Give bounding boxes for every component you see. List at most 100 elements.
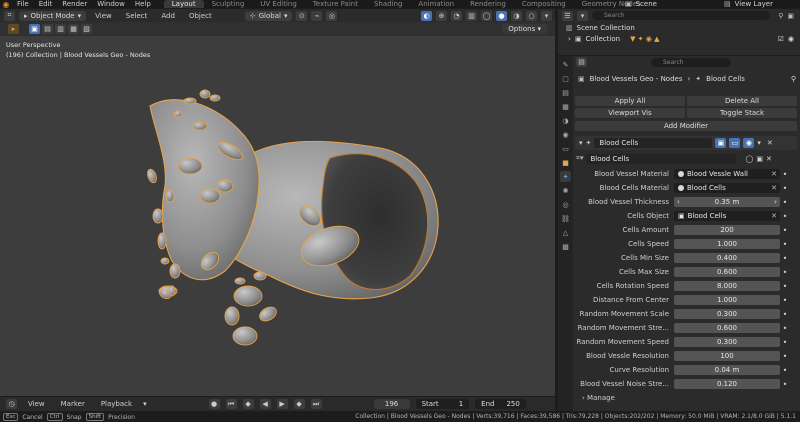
options-dropdown[interactable]: Options ▾ xyxy=(502,24,547,34)
number-field[interactable]: 0.600 xyxy=(674,323,780,333)
material-field[interactable]: Blood Vessle Wall ✕ xyxy=(674,169,780,179)
orientation-dropdown[interactable]: ⊹ Global ▾ xyxy=(244,10,293,21)
modifier-tab-icon[interactable]: ✦ xyxy=(560,171,571,182)
tool-tab-icon[interactable]: ✎ xyxy=(560,59,571,70)
object-field[interactable]: ▣ Blood Cells ✕ xyxy=(674,211,780,221)
close-icon[interactable]: ✕ xyxy=(766,155,772,163)
scene-name[interactable]: Scene xyxy=(636,0,657,8)
3d-viewport[interactable]: Options ▾ User Perspective (196) Collect… xyxy=(0,24,555,396)
viewport-menu-select[interactable]: Select xyxy=(121,12,153,20)
select-extend-icon[interactable]: ▤ xyxy=(42,24,53,34)
select-intersect-icon[interactable]: ▧ xyxy=(81,24,92,34)
shading-wire-icon[interactable]: ◯ xyxy=(481,10,492,21)
editor-type-icon[interactable]: ⌗ xyxy=(4,10,15,21)
outliner-filter-icon[interactable]: ▾ xyxy=(577,10,588,21)
close-icon[interactable]: ✕ xyxy=(767,139,773,147)
tab-texture-paint[interactable]: Texture Paint xyxy=(305,0,366,8)
animate-property-icon[interactable]: • xyxy=(780,366,790,375)
select-subtract-icon[interactable]: ▥ xyxy=(55,24,66,34)
animate-property-icon[interactable]: • xyxy=(780,352,790,361)
tab-layout[interactable]: Layout xyxy=(163,0,204,8)
snap-icon[interactable]: ⌁ xyxy=(311,10,323,21)
timeline-menu-view[interactable]: View xyxy=(23,400,50,408)
pin-icon[interactable]: ⚲ xyxy=(791,75,796,83)
select-invert-icon[interactable]: ▦ xyxy=(68,24,79,34)
proportional-edit-icon[interactable]: ◎ xyxy=(326,10,338,21)
number-field[interactable]: 0.300 xyxy=(674,337,780,347)
jump-end-icon[interactable]: ⏭ xyxy=(310,399,322,409)
delete-all-button[interactable]: Delete All xyxy=(687,96,797,106)
number-field[interactable]: 200 xyxy=(674,225,780,235)
tab-rendering[interactable]: Rendering xyxy=(462,0,514,8)
viewport-menu-object[interactable]: Object xyxy=(184,12,217,20)
play-icon[interactable]: ▶ xyxy=(276,399,288,409)
world-tab-icon[interactable]: ◉ xyxy=(560,129,571,140)
view-layer-tab-icon[interactable]: ▦ xyxy=(560,101,571,112)
animate-property-icon[interactable]: • xyxy=(780,212,790,221)
animate-property-icon[interactable]: • xyxy=(780,338,790,347)
menu-window[interactable]: Window xyxy=(92,0,130,8)
object-tab-icon[interactable]: ■ xyxy=(560,157,571,168)
number-field[interactable]: 1.000 xyxy=(674,295,780,305)
constraints-tab-icon[interactable]: ⛓ xyxy=(560,213,571,224)
animate-property-icon[interactable]: • xyxy=(780,198,790,207)
animate-property-icon[interactable]: • xyxy=(780,226,790,235)
visibility-icon[interactable]: ◐ xyxy=(421,10,432,21)
end-frame-field[interactable]: End 250 xyxy=(475,399,526,409)
current-frame-field[interactable]: 196 xyxy=(373,399,410,409)
collection-tab-icon[interactable]: ▭ xyxy=(560,143,571,154)
animate-property-icon[interactable]: • xyxy=(780,254,790,263)
animate-property-icon[interactable]: • xyxy=(780,170,790,179)
expand-icon[interactable]: › xyxy=(568,35,571,43)
animate-property-icon[interactable]: • xyxy=(780,324,790,333)
outliner-editor-icon[interactable]: ☰ xyxy=(562,10,573,21)
animate-property-icon[interactable]: • xyxy=(780,268,790,277)
decrement-icon[interactable]: ‹ xyxy=(677,197,680,207)
increment-icon[interactable]: › xyxy=(774,197,777,207)
outliner-search-input[interactable]: Search xyxy=(592,11,771,20)
physics-tab-icon[interactable]: ◎ xyxy=(560,199,571,210)
animate-property-icon[interactable]: • xyxy=(780,282,790,291)
filter-icon[interactable]: ⚲ xyxy=(778,12,783,20)
shading-options-icon[interactable]: ▾ xyxy=(541,10,552,21)
menu-help[interactable]: Help xyxy=(130,0,156,8)
select-new-icon[interactable]: ▣ xyxy=(29,24,40,34)
timeline-menu-marker[interactable]: Marker xyxy=(56,400,90,408)
viewport-toggle-icon[interactable]: ▭ xyxy=(729,138,741,148)
shading-material-icon[interactable]: ◑ xyxy=(511,10,522,21)
texture-tab-icon[interactable]: ▩ xyxy=(560,241,571,252)
start-frame-field[interactable]: Start 1 xyxy=(415,399,470,409)
animate-property-icon[interactable]: • xyxy=(780,296,790,305)
pivot-icon[interactable]: ⊙ xyxy=(296,10,308,21)
add-modifier-button[interactable]: Add Modifier xyxy=(575,121,797,131)
viewport-menu-view[interactable]: View xyxy=(90,12,117,20)
scene-tab-icon[interactable]: ◑ xyxy=(560,115,571,126)
checkbox-icon[interactable]: ☑ xyxy=(778,35,784,43)
properties-editor-icon[interactable]: ▤ xyxy=(576,57,587,67)
eye-icon[interactable]: ◉ xyxy=(788,35,794,43)
gizmo-icon[interactable]: ⊕ xyxy=(436,10,447,21)
toggle-stack-button[interactable]: Toggle Stack xyxy=(687,108,797,118)
manage-panel[interactable]: › Manage xyxy=(582,394,615,402)
jump-start-icon[interactable]: ⏮ xyxy=(225,399,237,409)
number-field[interactable]: ‹ 0.35 m › xyxy=(674,197,780,207)
animate-property-icon[interactable]: • xyxy=(780,380,790,389)
tab-shading[interactable]: Shading xyxy=(366,0,410,8)
number-field[interactable]: 0.300 xyxy=(674,309,780,319)
overlay-icon[interactable]: ◔ xyxy=(451,10,462,21)
timeline-menu-playback[interactable]: Playback xyxy=(96,400,137,408)
material-field[interactable]: Blood Cells ✕ xyxy=(674,183,780,193)
select-tool-icon[interactable]: ▸ xyxy=(8,24,19,34)
render-tab-icon[interactable]: ▢ xyxy=(560,73,571,84)
view-layer-name[interactable]: View Layer xyxy=(735,0,773,8)
shading-rendered-icon[interactable]: ○ xyxy=(526,10,537,21)
viewport-menu-add[interactable]: Add xyxy=(156,12,180,20)
outliner-scene-collection[interactable]: ▥ Scene Collection xyxy=(558,22,800,33)
tab-uv-editing[interactable]: UV Editing xyxy=(252,0,305,8)
menu-file[interactable]: File xyxy=(12,0,34,8)
tab-sculpting[interactable]: Sculpting xyxy=(204,0,253,8)
modifier-menu-icon[interactable]: ▾ xyxy=(757,139,761,147)
render-toggle-icon[interactable]: ◉ xyxy=(743,138,755,148)
number-field[interactable]: 1.000 xyxy=(674,239,780,249)
apply-all-button[interactable]: Apply All xyxy=(575,96,685,106)
